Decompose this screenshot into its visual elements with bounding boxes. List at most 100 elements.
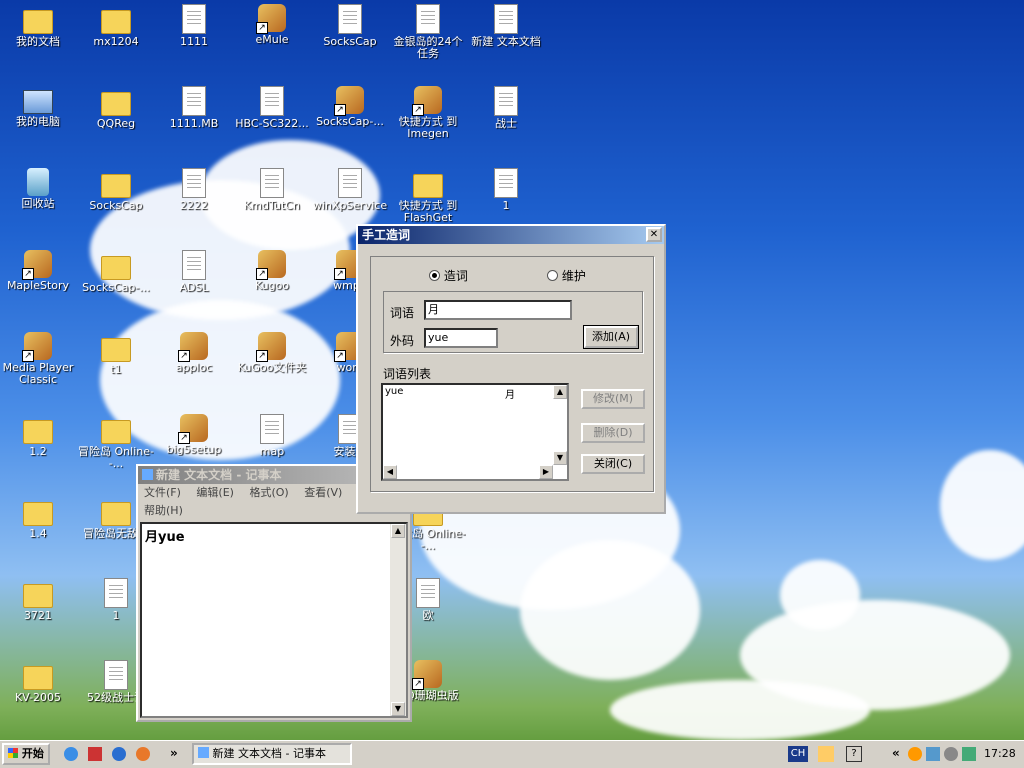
desktop-icon[interactable]: winXpService bbox=[312, 168, 388, 212]
desktop-icon[interactable]: t1 bbox=[78, 332, 154, 376]
desktop-icon[interactable]: QQReg bbox=[78, 86, 154, 130]
desktop-icon[interactable]: 我的文档 bbox=[0, 4, 76, 48]
desktop-icon[interactable]: apploc bbox=[156, 332, 232, 374]
desktop-icon[interactable]: 金银岛的24个任务 bbox=[390, 4, 466, 60]
desktop-icon[interactable]: KmdTutCn bbox=[234, 168, 310, 212]
delete-button[interactable]: 删除(D) bbox=[581, 423, 645, 443]
add-button[interactable]: 添加(A) bbox=[583, 325, 639, 349]
desktop-icon[interactable]: 2222 bbox=[156, 168, 232, 212]
doc-icon bbox=[260, 86, 284, 116]
folder-icon bbox=[101, 338, 131, 362]
desktop-icon[interactable]: big5setup bbox=[156, 414, 232, 456]
desktop-icon[interactable]: 我的电脑 bbox=[0, 86, 76, 128]
desktop-icon-label: map bbox=[259, 446, 285, 458]
desktop-icon[interactable]: eMule bbox=[234, 4, 310, 46]
ime-indicator[interactable]: CH bbox=[788, 746, 808, 762]
tray-network-icon[interactable] bbox=[962, 747, 976, 761]
folder-icon bbox=[23, 666, 53, 690]
notepad-content: 月yue bbox=[145, 530, 185, 545]
app-icon bbox=[412, 86, 442, 116]
notepad-text-area[interactable]: 月yue ▲ ▼ bbox=[140, 522, 408, 718]
folder-icon bbox=[101, 502, 131, 526]
app-icon bbox=[22, 332, 52, 362]
desktop-icon[interactable]: 快捷方式 到 Imegen bbox=[390, 86, 466, 140]
dialog-titlebar[interactable]: 手工造词 ✕ bbox=[358, 226, 664, 244]
menu-edit[interactable]: 编辑(E) bbox=[196, 486, 234, 499]
desktop-icon[interactable]: 新建 文本文档 bbox=[468, 4, 544, 48]
list-scroll-up[interactable]: ▲ bbox=[553, 385, 567, 399]
desktop-icon[interactable]: HBC-SC322... bbox=[234, 86, 310, 130]
desktop-icon-label: winXpService bbox=[312, 200, 388, 212]
word-list[interactable]: yue 月 ▲ ▼ ◀ ▶ bbox=[381, 383, 569, 481]
menu-file[interactable]: 文件(F) bbox=[144, 486, 181, 499]
desktop-icon[interactable]: Kugoo bbox=[234, 250, 310, 292]
desktop-icon[interactable]: map bbox=[234, 414, 310, 458]
doc-icon bbox=[182, 250, 206, 280]
folder-icon bbox=[101, 420, 131, 444]
desktop-icon[interactable]: Media Player Classic bbox=[0, 332, 76, 386]
desktop-icon[interactable]: 回收站 bbox=[0, 168, 76, 210]
desktop-icon[interactable]: SocksCap bbox=[312, 4, 388, 48]
desktop-icon[interactable]: 1111.MB bbox=[156, 86, 232, 130]
menu-help[interactable]: 帮助(H) bbox=[144, 504, 183, 517]
notepad-vscrollbar[interactable]: ▲ ▼ bbox=[390, 524, 406, 716]
word-list-row[interactable]: yue 月 bbox=[383, 385, 567, 401]
desktop-icon[interactable]: mx1204 bbox=[78, 4, 154, 48]
tray-icon-3[interactable] bbox=[944, 747, 958, 761]
desktop-icon-label: 新建 文本文档 bbox=[471, 36, 541, 48]
quicklaunch-ie-icon[interactable] bbox=[64, 747, 78, 761]
menu-view[interactable]: 查看(V) bbox=[304, 486, 342, 499]
tray-icon-1[interactable] bbox=[908, 747, 922, 761]
quicklaunch-more-button[interactable]: » bbox=[170, 746, 178, 760]
scroll-down-button[interactable]: ▼ bbox=[391, 702, 405, 716]
desktop-icon-label: ADSL bbox=[179, 282, 209, 294]
desktop-icon[interactable]: MapleStory bbox=[0, 250, 76, 292]
tray-icon-2[interactable] bbox=[926, 747, 940, 761]
desktop-icon[interactable]: KV-2005 bbox=[0, 660, 76, 704]
modify-button[interactable]: 修改(M) bbox=[581, 389, 645, 409]
taskbar-notepad-label: 新建 文本文档 - 记事本 bbox=[212, 747, 326, 760]
bin-icon bbox=[27, 168, 49, 196]
desktop-icon[interactable]: 3721 bbox=[0, 578, 76, 622]
desktop-icon[interactable]: ADSL bbox=[156, 250, 232, 294]
menu-format[interactable]: 格式(O) bbox=[249, 486, 288, 499]
manual-word-dialog[interactable]: 手工造词 ✕ 造词 维护 词语 月 外码 yue 添加(A) 词语列表 yue … bbox=[356, 224, 666, 514]
list-scroll-right[interactable]: ▶ bbox=[539, 465, 553, 479]
desktop-icon-label: QQReg bbox=[96, 118, 136, 130]
word-list-label: 词语列表 bbox=[383, 367, 432, 381]
list-scroll-left[interactable]: ◀ bbox=[383, 465, 397, 479]
desktop-icon[interactable]: 战士 bbox=[468, 86, 544, 130]
desktop-icon[interactable]: 1 bbox=[468, 168, 544, 212]
desktop-icon[interactable]: SocksCap-... bbox=[312, 86, 388, 128]
ciyu-input[interactable]: 月 bbox=[424, 300, 572, 320]
desktop-icon[interactable]: SocksCap-... bbox=[78, 250, 154, 294]
desktop-icon[interactable]: KuGoo文件夹 bbox=[234, 332, 310, 374]
quicklaunch-firefox-icon[interactable] bbox=[136, 747, 150, 761]
desktop-icon[interactable]: 1.2 bbox=[0, 414, 76, 458]
start-button[interactable]: 开始 bbox=[2, 743, 50, 765]
taskbar-notepad-button[interactable]: 新建 文本文档 - 记事本 bbox=[192, 743, 352, 765]
desktop-icon[interactable]: 快捷方式 到 FlashGet bbox=[390, 168, 466, 224]
radio-weihu[interactable]: 维护 bbox=[547, 267, 586, 284]
desktop-icon[interactable]: 冒险岛 Online--... bbox=[78, 414, 154, 470]
quicklaunch-browser-icon[interactable] bbox=[112, 747, 126, 761]
tray-expand-button[interactable]: « bbox=[892, 746, 900, 760]
doc-icon bbox=[182, 86, 206, 116]
folder-icon bbox=[23, 420, 53, 444]
scroll-up-button[interactable]: ▲ bbox=[391, 524, 405, 538]
list-scroll-down[interactable]: ▼ bbox=[553, 451, 567, 465]
ime-home-icon[interactable] bbox=[818, 746, 834, 762]
desktop-icon[interactable]: 1.4 bbox=[0, 496, 76, 540]
close-button[interactable]: 关闭(C) bbox=[581, 454, 645, 474]
desktop-icon[interactable]: 1111 bbox=[156, 4, 232, 48]
help-icon[interactable]: ? bbox=[846, 746, 862, 762]
radio-zaoci[interactable]: 造词 bbox=[429, 267, 468, 284]
desktop-icon-label: SocksCap-... bbox=[316, 116, 384, 128]
desktop-icon-label: 2222 bbox=[180, 200, 208, 212]
doc-icon bbox=[104, 578, 128, 608]
waima-input[interactable]: yue bbox=[424, 328, 498, 348]
desktop-icon[interactable]: SocksCap bbox=[78, 168, 154, 212]
desktop-icon-label: eMule bbox=[255, 34, 289, 46]
quicklaunch-app-icon[interactable] bbox=[88, 747, 102, 761]
dialog-close-x-button[interactable]: ✕ bbox=[646, 227, 662, 242]
